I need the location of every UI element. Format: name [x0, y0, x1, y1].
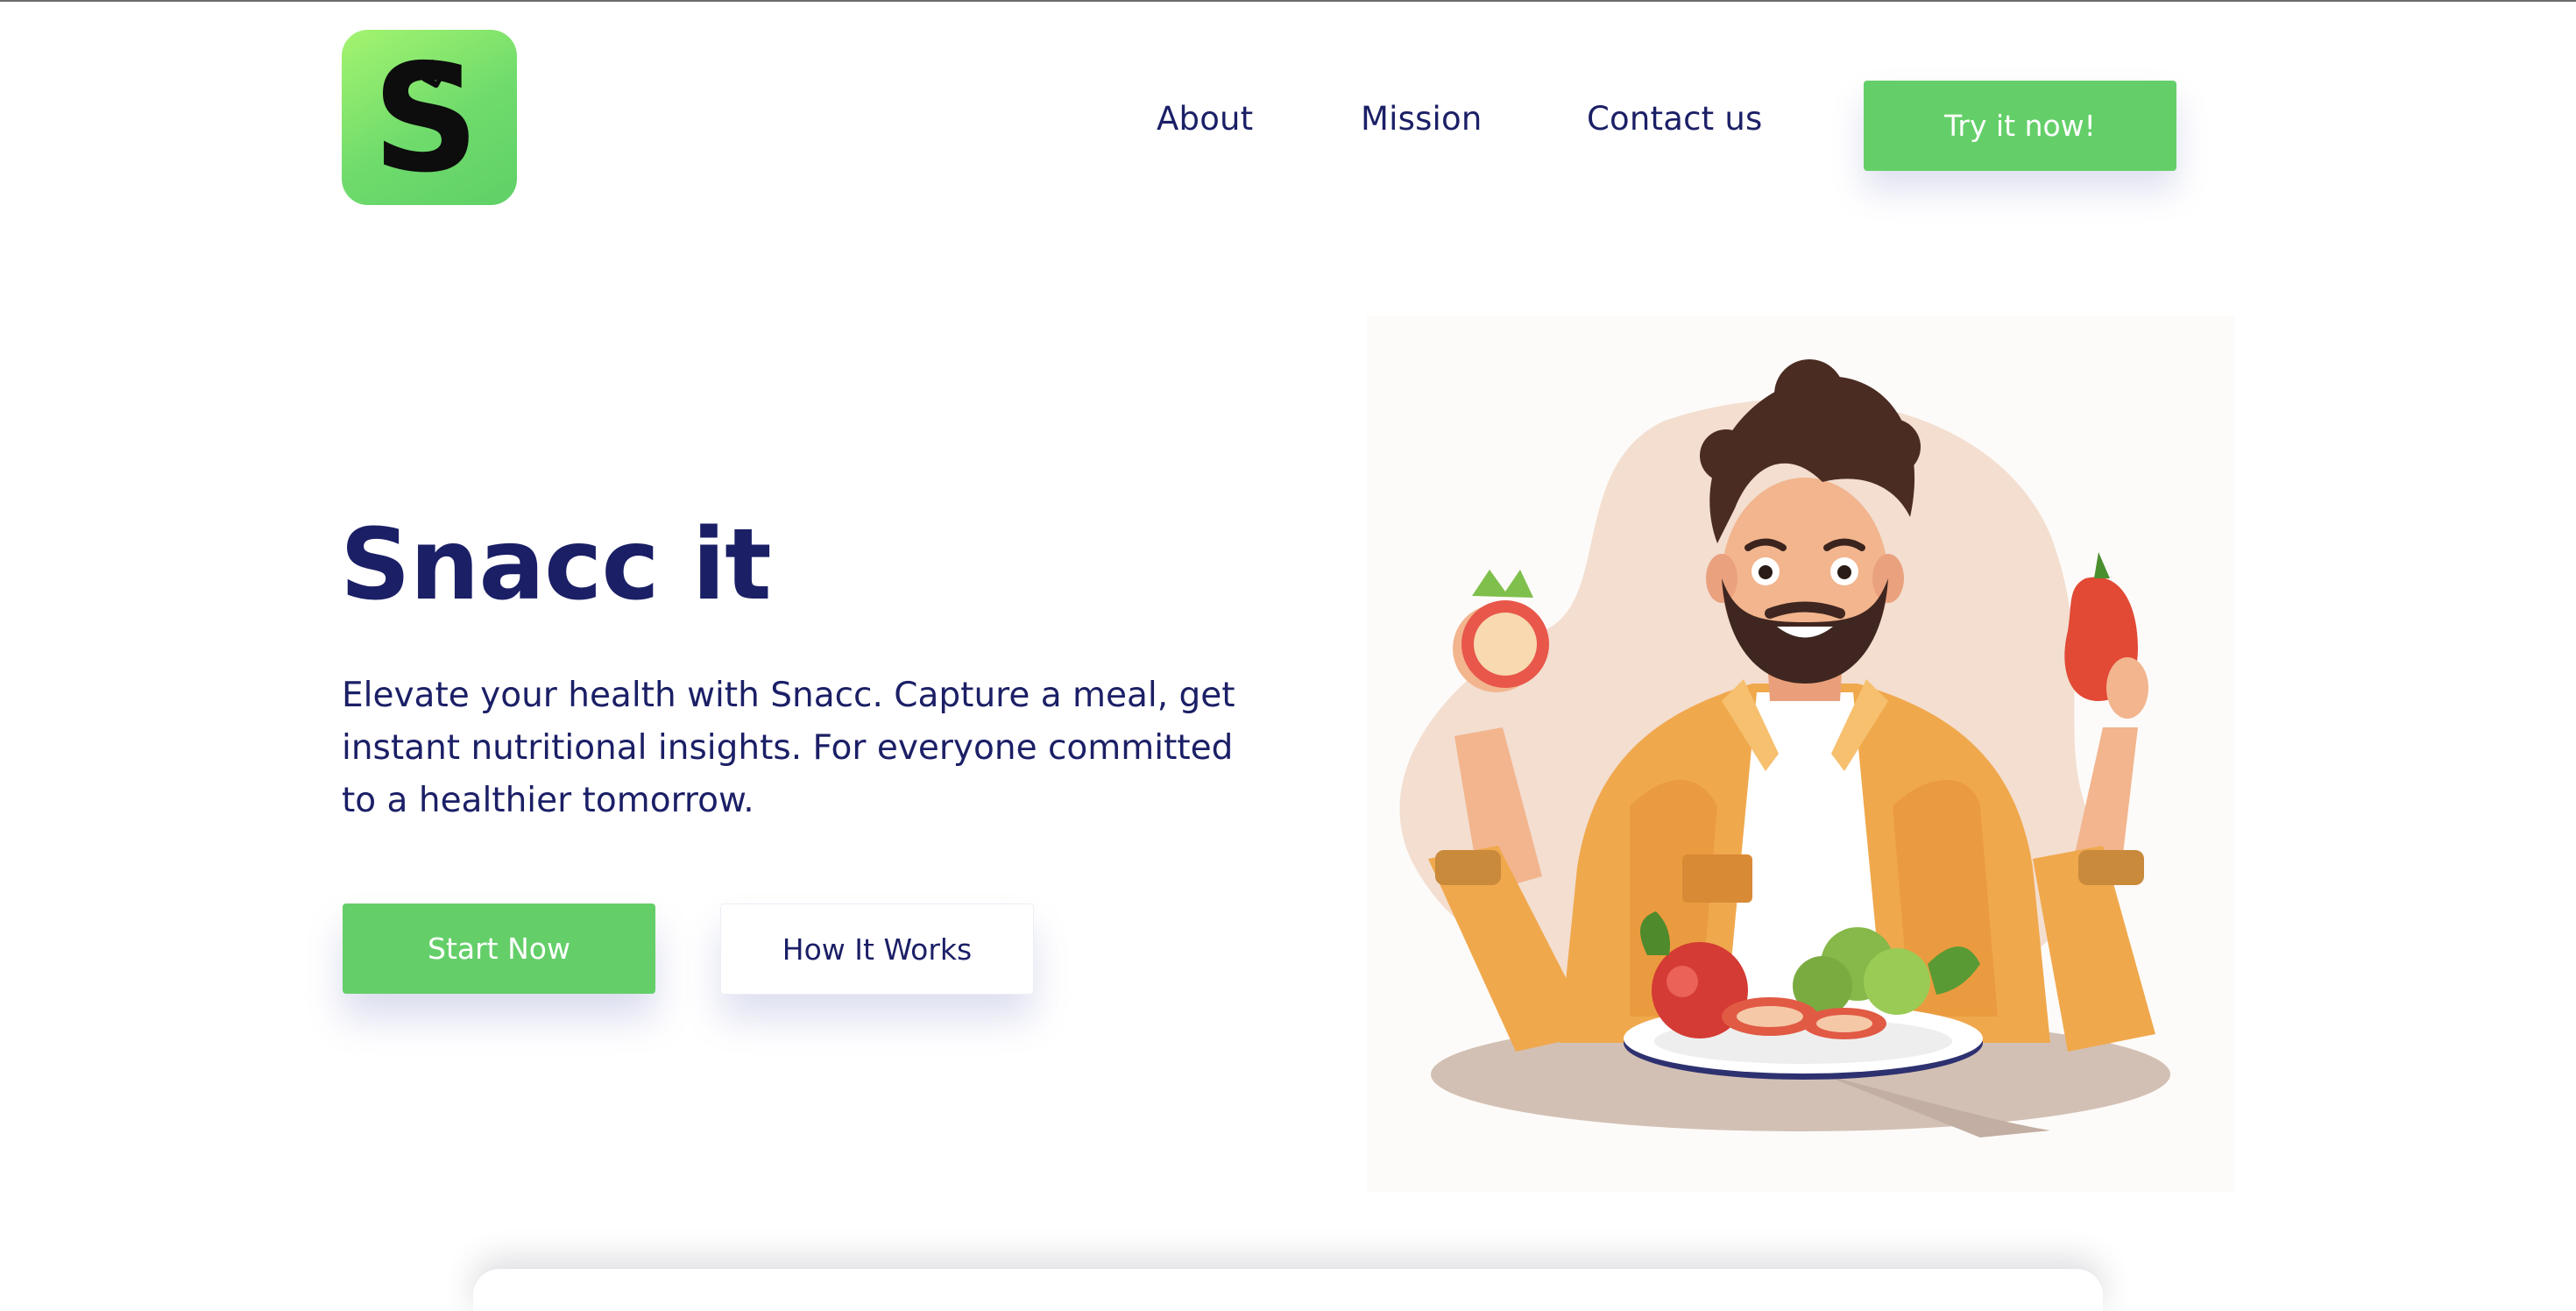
hero-illustration [1367, 315, 2234, 1192]
hero-title: Snacc it [340, 508, 772, 622]
landing-page: S About Mission Contact us Try it now! S… [0, 0, 2576, 1311]
nav-about-link[interactable]: About [1157, 100, 1253, 138]
next-section-card [473, 1269, 2103, 1311]
svg-text:S: S [372, 32, 479, 205]
nav-mission-link[interactable]: Mission [1361, 100, 1483, 138]
start-now-button[interactable]: Start Now [343, 904, 655, 994]
snacc-logo[interactable]: S [342, 30, 517, 205]
man-with-salad-illustration [1399, 359, 2170, 1137]
snacc-logo-mark: S [372, 32, 479, 205]
how-it-works-button[interactable]: How It Works [720, 904, 1034, 995]
try-it-now-button[interactable]: Try it now! [1864, 81, 2176, 171]
hero-description: Elevate your health with Snacc. Capture … [342, 676, 1235, 820]
nav-contact-link[interactable]: Contact us [1587, 100, 1762, 138]
